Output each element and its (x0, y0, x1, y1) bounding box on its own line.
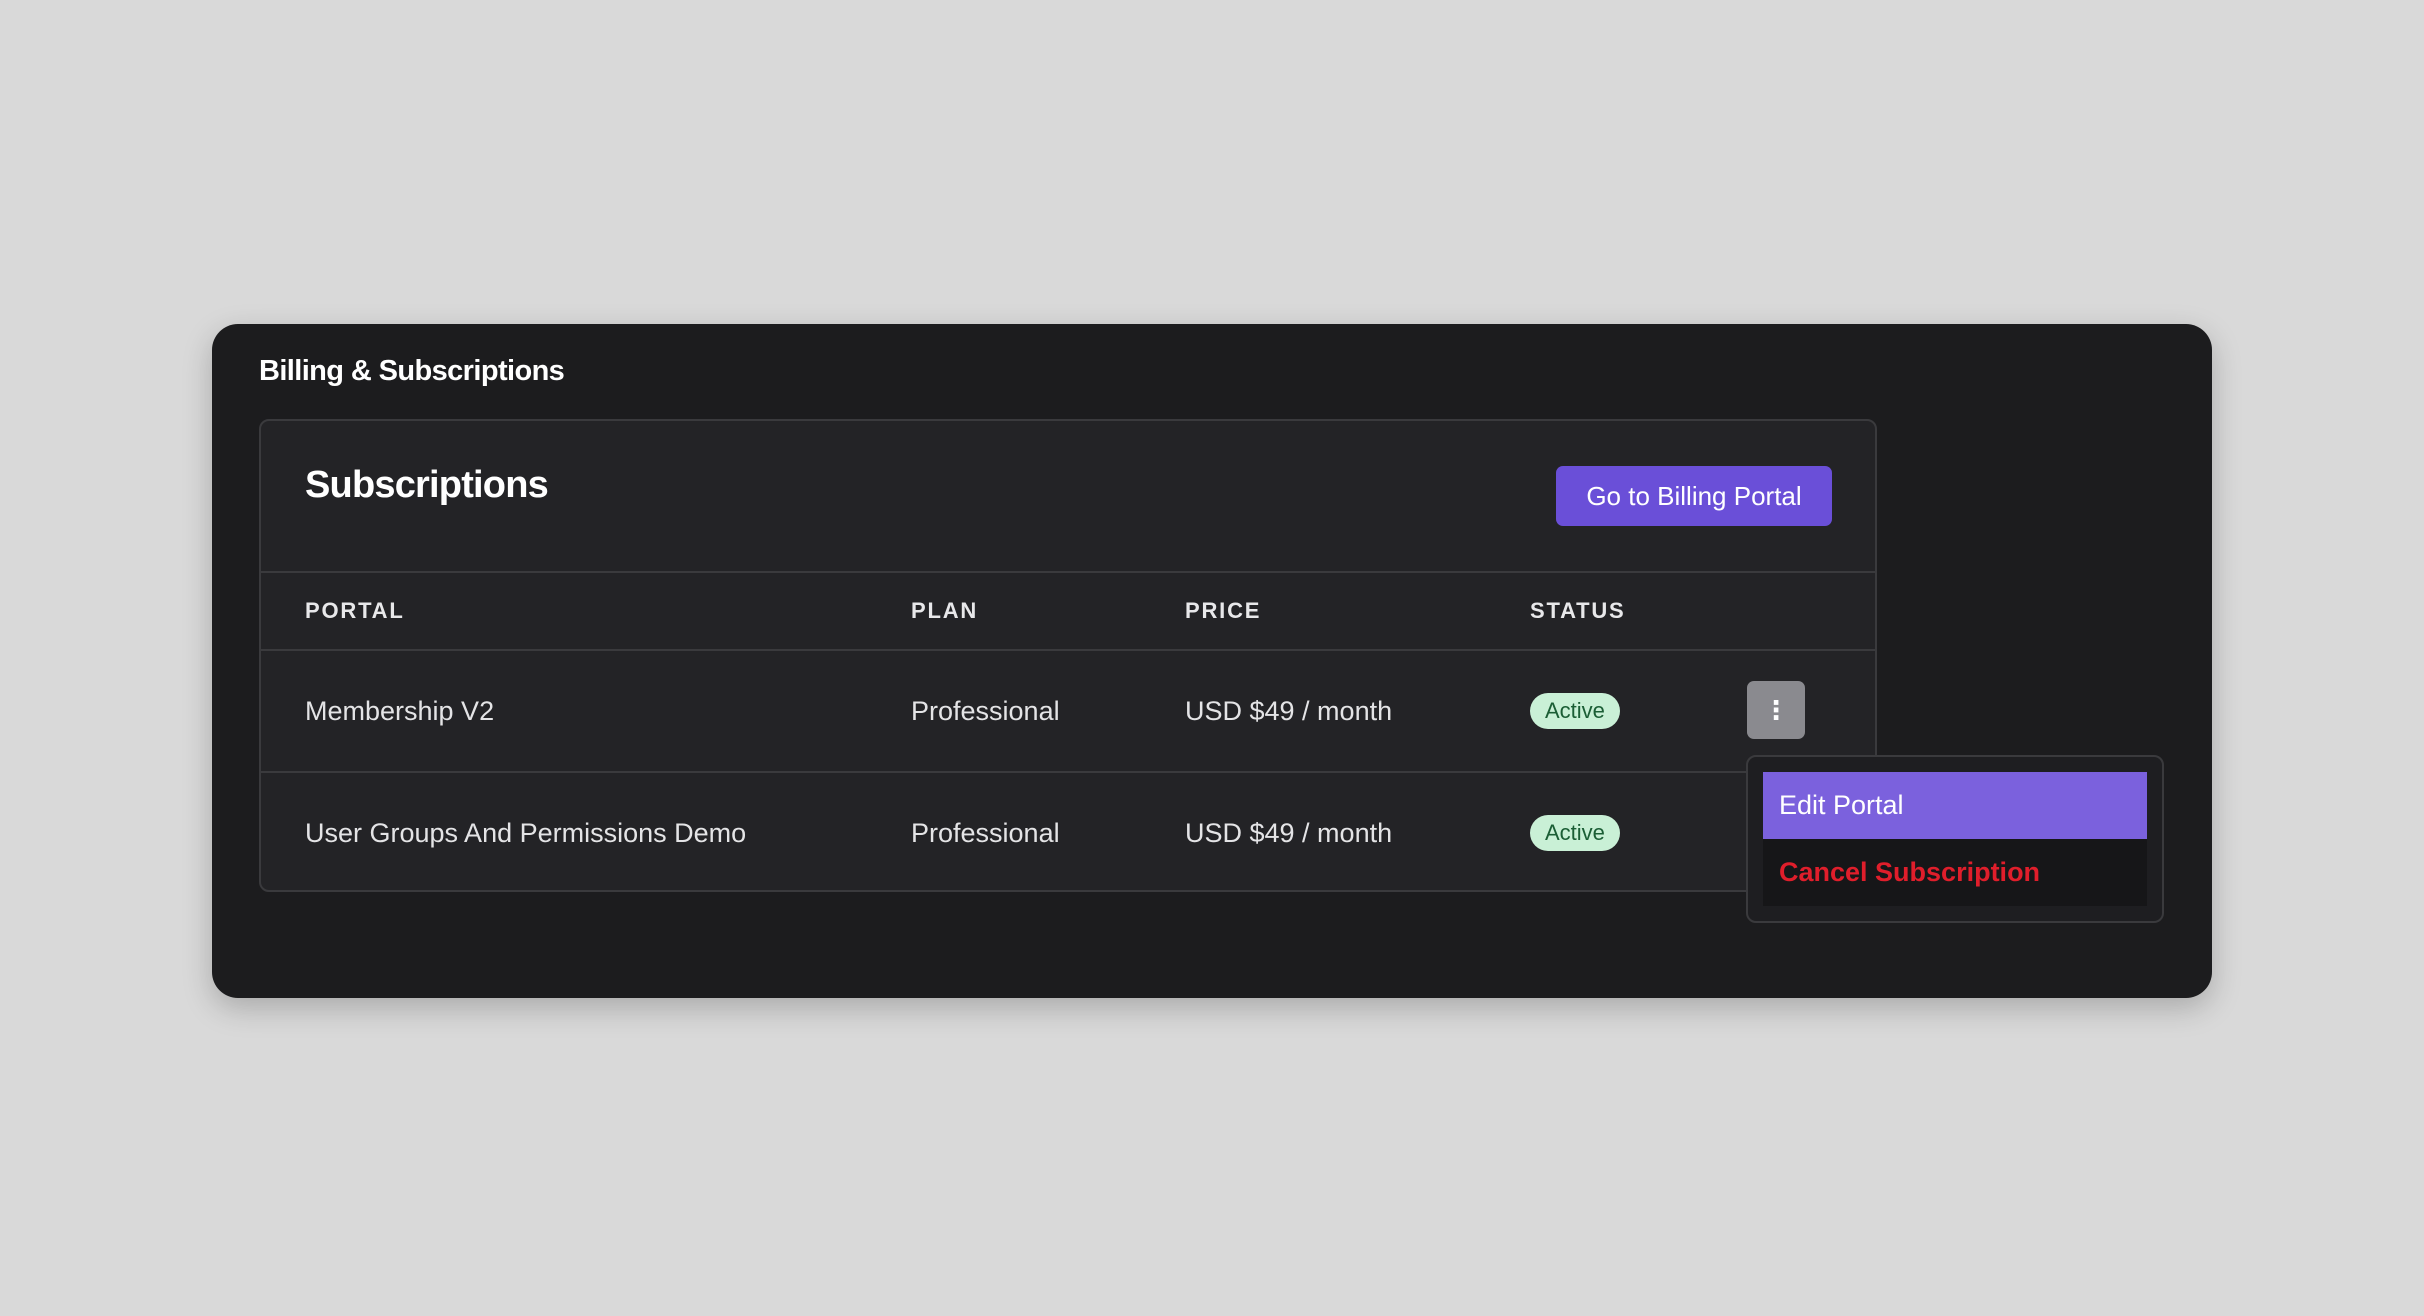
portal-name: Membership V2 (305, 695, 495, 726)
column-header-status: STATUS (1530, 598, 1626, 623)
subscriptions-title: Subscriptions (305, 464, 549, 506)
vertical-ellipsis-icon: ⋮ (1763, 694, 1789, 725)
table-header: PORTAL PLAN PRICE STATUS (261, 573, 1875, 651)
table-row: User Groups And Permissions Demo Profess… (261, 771, 1875, 890)
cancel-subscription-menu-item[interactable]: Cancel Subscription (1763, 839, 2147, 906)
card-header: Subscriptions Go to Billing Portal (261, 421, 1875, 573)
edit-portal-menu-item[interactable]: Edit Portal (1763, 772, 2147, 839)
table-row: Membership V2 Professional USD $49 / mon… (261, 651, 1875, 771)
page-title: Billing & Subscriptions (259, 355, 565, 387)
status-cell: Active (1530, 773, 1620, 890)
column-header-plan: PLAN (911, 598, 979, 623)
price: USD $49 / month (1185, 695, 1393, 726)
subscriptions-card: Subscriptions Go to Billing Portal PORTA… (259, 419, 1877, 892)
plan-name: Professional (911, 817, 1060, 848)
row-actions-button[interactable]: ⋮ (1747, 681, 1805, 739)
column-header-price: PRICE (1185, 598, 1262, 623)
go-to-billing-portal-button[interactable]: Go to Billing Portal (1556, 466, 1832, 526)
status-cell: Active (1530, 651, 1620, 771)
plan-name: Professional (911, 695, 1060, 726)
row-actions-menu: Edit Portal Cancel Subscription (1746, 755, 2164, 923)
portal-name: User Groups And Permissions Demo (305, 817, 747, 848)
column-header-portal: PORTAL (305, 598, 405, 623)
price: USD $49 / month (1185, 817, 1393, 848)
status-badge: Active (1530, 814, 1620, 852)
status-badge: Active (1530, 692, 1620, 730)
